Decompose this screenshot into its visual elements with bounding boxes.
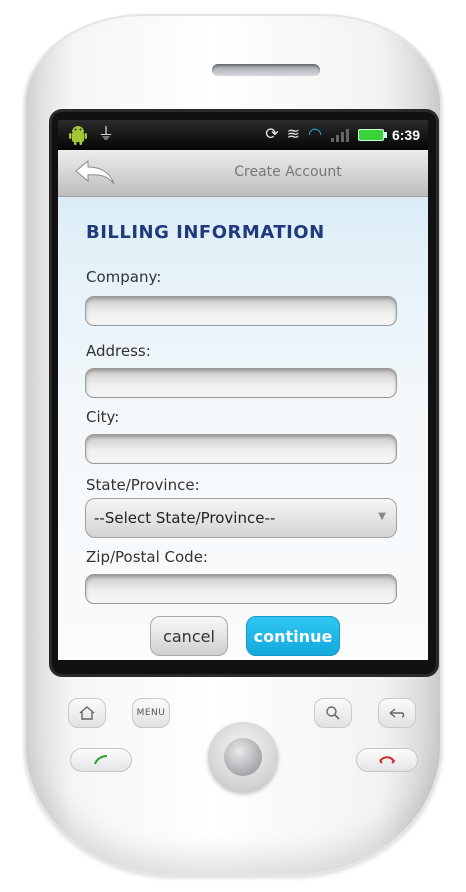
company-label: Company: <box>86 268 162 286</box>
dropdown-arrow-icon: ▼ <box>378 511 386 522</box>
zip-input[interactable] <box>85 574 397 604</box>
sync-icon: ⟳ <box>265 126 279 143</box>
search-icon <box>326 706 340 720</box>
billing-form: BILLING INFORMATION Company: Address: Ci… <box>58 196 428 660</box>
zip-label: Zip/Postal Code: <box>86 548 208 566</box>
cancel-button[interactable]: cancel <box>150 616 228 656</box>
signal-icon <box>330 129 349 142</box>
trackball[interactable] <box>208 722 278 792</box>
call-button[interactable] <box>70 748 132 772</box>
app-screen: ⏚ ⟳ ≋ ◠ 6:39 Create Account BILLING INFO… <box>58 120 428 660</box>
continue-button[interactable]: continue <box>246 616 340 656</box>
back-arrow-icon <box>389 708 405 718</box>
home-button[interactable] <box>68 698 106 728</box>
usb-icon: ⏚ <box>98 126 115 143</box>
trackball-center <box>224 738 262 776</box>
phone-green-icon <box>94 755 108 765</box>
android-icon <box>69 126 87 145</box>
state-label: State/Province: <box>86 476 200 494</box>
home-icon <box>79 706 95 720</box>
phone-red-icon <box>379 756 396 764</box>
state-select[interactable]: --Select State/Province-- ▼ <box>85 498 397 538</box>
form-heading: BILLING INFORMATION <box>86 222 325 243</box>
company-input[interactable] <box>85 296 397 326</box>
vibrate-icon: ≋ <box>286 126 300 143</box>
earpiece-speaker <box>212 64 320 76</box>
wifi-icon: ◠ <box>308 126 322 143</box>
title-bar: Create Account <box>58 150 428 197</box>
status-bar: ⏚ ⟳ ≋ ◠ 6:39 <box>58 120 428 150</box>
state-select-value: --Select State/Province-- <box>94 509 276 527</box>
search-button[interactable] <box>314 698 352 728</box>
end-call-button[interactable] <box>356 748 418 772</box>
page-title: Create Account <box>234 164 342 180</box>
address-label: Address: <box>86 342 151 360</box>
menu-button[interactable]: MENU <box>132 698 170 728</box>
city-label: City: <box>86 408 120 426</box>
battery-icon <box>357 129 387 141</box>
back-hardware-button[interactable] <box>378 698 416 728</box>
city-input[interactable] <box>85 434 397 464</box>
status-time: 6:39 <box>391 127 420 143</box>
address-input[interactable] <box>85 368 397 398</box>
